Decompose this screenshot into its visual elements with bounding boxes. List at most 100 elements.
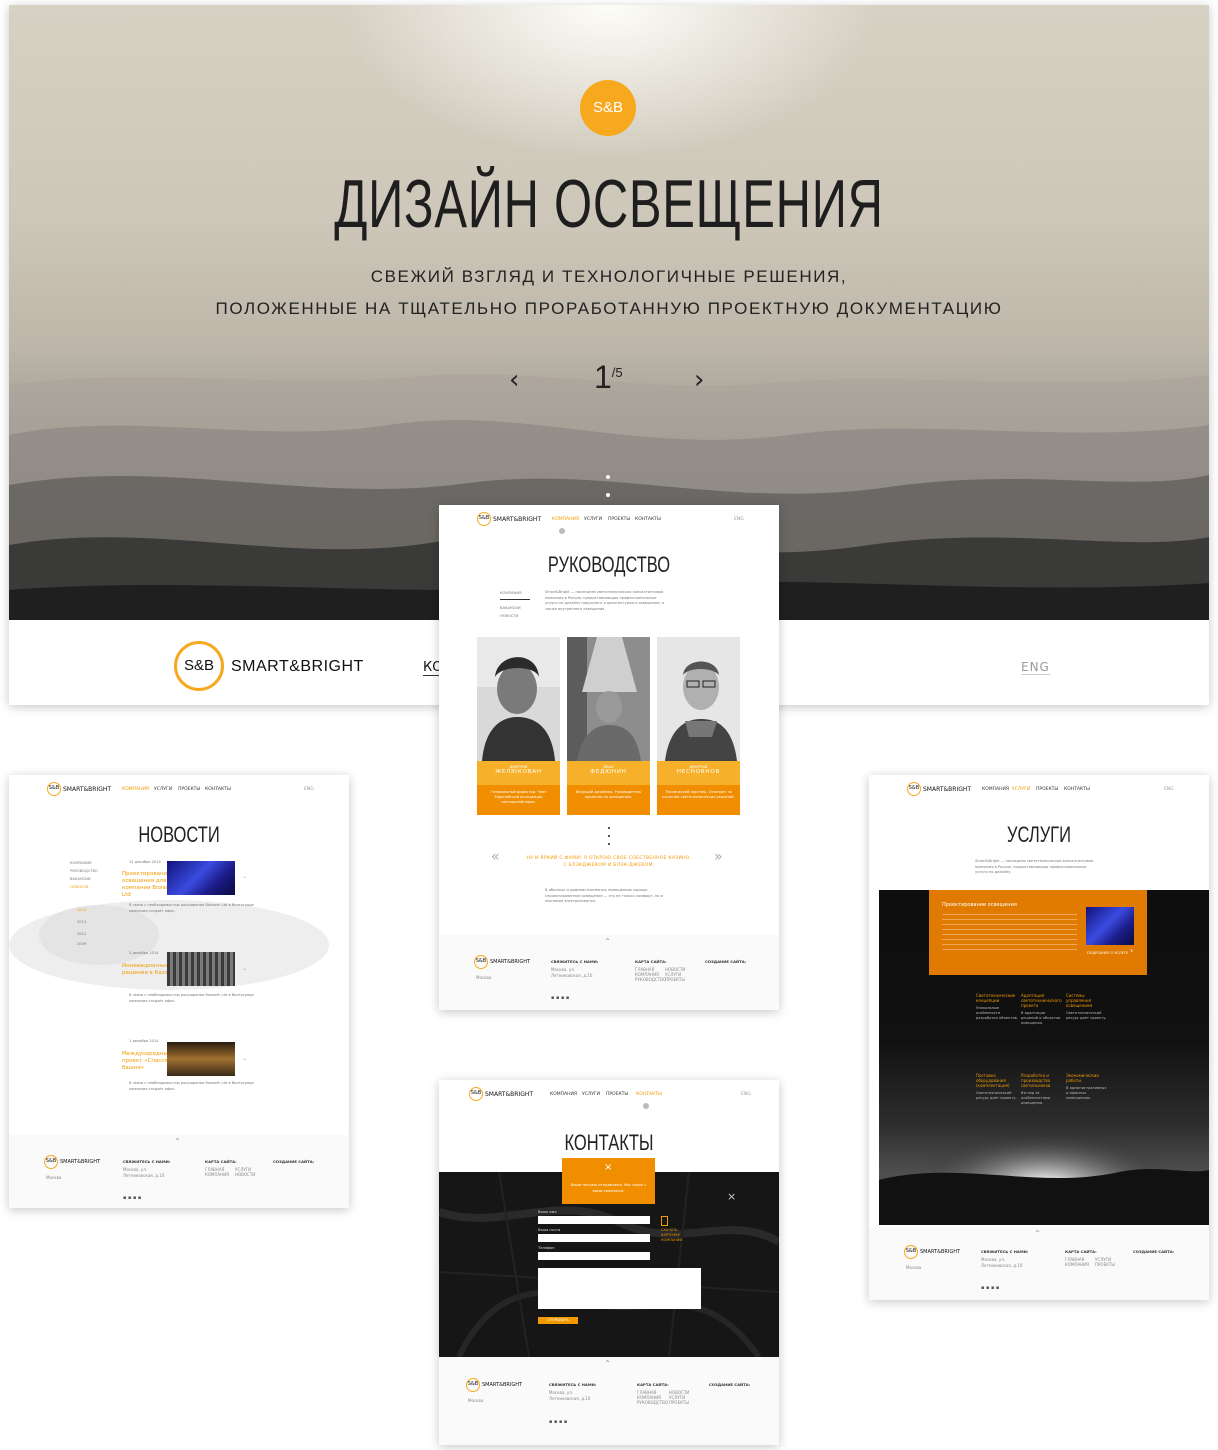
chevron-down-icon[interactable]: ⌄ bbox=[242, 873, 247, 880]
footer-sitemap-link[interactable]: ПРОЕКТЫ bbox=[665, 977, 685, 983]
person-card[interactable]: ИВАН ФЕДЮНИН Ведущий дизайнер. Руководит… bbox=[567, 637, 650, 815]
nav-company[interactable]: КОМПАНИЯ bbox=[550, 1092, 577, 1097]
close-popup-icon[interactable]: × bbox=[604, 1162, 612, 1173]
chevron-right-icon[interactable]: › bbox=[1130, 946, 1133, 955]
footer-logo[interactable]: S&B bbox=[474, 955, 488, 969]
form-label-phone: Телефон bbox=[538, 1246, 555, 1250]
language-switch[interactable]: ENG bbox=[1164, 787, 1174, 792]
nav-contacts[interactable]: КОНТАКТЫ bbox=[205, 787, 231, 792]
brand-name[interactable]: SMART&BRIGHT bbox=[63, 786, 111, 793]
person-card[interactable]: ДМИТРИЙ НЕСНОВНОВ Технический партнёр. О… bbox=[657, 637, 740, 815]
year-link[interactable]: 2012 bbox=[77, 932, 86, 938]
brand-name[interactable]: SMART&BRIGHT bbox=[493, 516, 541, 523]
scroll-top-icon[interactable]: ^ bbox=[605, 938, 610, 945]
social-icons[interactable]: ▪ ▪ ▪ ▪ bbox=[981, 1285, 999, 1291]
contacts-page: S&B SMART&BRIGHT КОМПАНИЯ УСЛУГИ ПРОЕКТЫ… bbox=[439, 1080, 779, 1445]
language-switch[interactable]: ENG bbox=[304, 787, 314, 792]
footer-address: Москва, ул. Летниковская, д.10 bbox=[549, 1390, 591, 1401]
nav-projects[interactable]: ПРОЕКТЫ bbox=[178, 787, 200, 792]
chevron-down-icon[interactable]: ⌄ bbox=[242, 965, 247, 972]
side-menu-item[interactable]: КОМПАНИЯ bbox=[70, 861, 92, 867]
service-item[interactable]: Системы управления освещением Светотехнич… bbox=[1066, 993, 1108, 1021]
social-icons[interactable]: ▪ ▪ ▪ ▪ bbox=[551, 995, 569, 1001]
scroll-top-icon[interactable]: ^ bbox=[605, 1360, 610, 1367]
language-switch[interactable]: ENG bbox=[741, 1092, 751, 1097]
footer-sitemap-link[interactable]: ПРОЕКТЫ bbox=[669, 1400, 689, 1406]
footer-sitemap-link[interactable]: КОМПАНИЯ bbox=[1065, 1262, 1089, 1268]
side-menu-item-active[interactable]: НОВОСТИ bbox=[70, 885, 88, 891]
side-menu-item[interactable]: НОВОСТИ bbox=[500, 614, 518, 620]
footer-logo[interactable]: S&B bbox=[904, 1245, 918, 1259]
side-menu-item[interactable]: ВАКАНСИИ bbox=[500, 606, 521, 612]
scroll-top-icon[interactable]: ^ bbox=[1035, 1230, 1040, 1237]
brand-logo[interactable]: S&B bbox=[47, 782, 61, 796]
footer-sitemap-link[interactable]: ПРОЕКТЫ bbox=[1095, 1262, 1115, 1268]
feature-image bbox=[1086, 907, 1134, 945]
nav-contacts[interactable]: КОНТАКТЫ bbox=[636, 1092, 662, 1097]
brand-name[interactable]: SMART&BRIGHT bbox=[485, 1091, 533, 1098]
service-item[interactable]: Адаптация светотехнического проекта В ада… bbox=[1021, 993, 1063, 1026]
scroll-top-icon[interactable]: ^ bbox=[175, 1138, 180, 1145]
brand-logo[interactable]: S&B bbox=[174, 641, 224, 691]
submit-button[interactable]: ОТПРАВИТЬ bbox=[538, 1317, 578, 1324]
close-icon[interactable]: × bbox=[727, 1190, 736, 1203]
service-item[interactable]: Поставка оборудования (комплектация) Свет… bbox=[976, 1073, 1018, 1101]
nav-projects[interactable]: ПРОЕКТЫ bbox=[1036, 787, 1058, 792]
side-menu-item[interactable]: РУКОВОДСТВО bbox=[70, 869, 98, 875]
brand-logo[interactable]: S&B bbox=[469, 1087, 483, 1101]
footer-sitemap-link[interactable]: НОВОСТИ bbox=[235, 1172, 255, 1178]
nav-projects[interactable]: ПРОЕКТЫ bbox=[608, 517, 630, 522]
footer-sitemap-link[interactable]: РУКОВОДСТВО bbox=[637, 1400, 668, 1406]
person-name-band: ДМИТРИЙ ЖЕЛЮКОВАН bbox=[477, 761, 560, 785]
nav-services[interactable]: УСЛУГИ bbox=[154, 787, 172, 792]
phone-field[interactable] bbox=[538, 1252, 650, 1260]
nav-company[interactable]: КОМПАНИЯ bbox=[552, 517, 579, 522]
feature-more-link[interactable]: ПОДРОБНЕЕ О УСЛУГЕ bbox=[1087, 951, 1128, 955]
nav-company[interactable]: КОМПАНИЯ bbox=[982, 787, 1009, 792]
nav-services[interactable]: УСЛУГИ bbox=[582, 1092, 600, 1097]
email-field[interactable] bbox=[538, 1234, 650, 1242]
language-switch[interactable]: ENG bbox=[734, 517, 744, 522]
service-item[interactable]: Разработка и производство светильников Вз… bbox=[1021, 1073, 1063, 1106]
brand-name[interactable]: SMART&BRIGHT bbox=[231, 658, 364, 676]
person-card[interactable]: ДМИТРИЙ ЖЕЛЮКОВАН Генеральный директор. … bbox=[477, 637, 560, 815]
footer-logo[interactable]: S&B bbox=[44, 1155, 58, 1169]
footer-sitemap-link[interactable]: КОМПАНИЯ bbox=[205, 1172, 229, 1178]
message-textarea[interactable] bbox=[538, 1268, 701, 1309]
hero-logo[interactable]: S&B bbox=[580, 80, 636, 136]
prev-slide-icon[interactable]: ‹ bbox=[509, 365, 519, 395]
nav-contacts[interactable]: КОНТАКТЫ bbox=[635, 517, 661, 522]
chevron-down-icon[interactable]: ⌄ bbox=[242, 1055, 247, 1062]
social-icons[interactable]: ▪ ▪ ▪ ▪ bbox=[123, 1195, 141, 1201]
side-menu-item[interactable]: ВАКАНСИИ bbox=[70, 877, 91, 883]
next-slide-icon[interactable]: › bbox=[694, 365, 704, 395]
year-link[interactable]: 2009 bbox=[77, 942, 86, 948]
download-card-link[interactable]: СКАЧАТЬ КАРТОЧКУ КОМПАНИИ bbox=[661, 1228, 693, 1243]
year-link-active[interactable]: 2014 bbox=[77, 908, 86, 914]
service-item[interactable]: Светотехнические концепции Уникальные осо… bbox=[976, 993, 1018, 1021]
nav-services[interactable]: УСЛУГИ bbox=[1012, 787, 1030, 792]
service-item[interactable]: Экономические работы В административных и… bbox=[1066, 1073, 1108, 1101]
social-icons[interactable]: ▪ ▪ ▪ ▪ bbox=[549, 1419, 567, 1425]
news-image[interactable] bbox=[167, 861, 235, 895]
nav-company[interactable]: КОМПАНИЯ bbox=[122, 787, 149, 792]
footer-city: Москва bbox=[906, 1265, 922, 1270]
news-image[interactable] bbox=[167, 1042, 235, 1076]
brand-logo[interactable]: S&B bbox=[477, 512, 491, 526]
nav-projects[interactable]: ПРОЕКТЫ bbox=[606, 1092, 628, 1097]
nav-services[interactable]: УСЛУГИ bbox=[584, 517, 602, 522]
nav-contacts[interactable]: КОНТАКТЫ bbox=[1064, 787, 1090, 792]
year-link[interactable]: 2013 bbox=[77, 920, 86, 926]
brand-logo[interactable]: S&B bbox=[907, 782, 921, 796]
name-field[interactable] bbox=[538, 1216, 650, 1224]
footer-sitemap-link[interactable]: РУКОВОДСТВО bbox=[635, 977, 666, 983]
language-switch[interactable]: ENG bbox=[1021, 660, 1050, 675]
footer-contact-head: СВЯЖИТЕСЬ С НАМИ: bbox=[551, 959, 599, 964]
side-menu-item[interactable]: КОМПАНИЯ bbox=[500, 591, 522, 597]
brand-name[interactable]: SMART&BRIGHT bbox=[923, 786, 971, 793]
footer-logo[interactable]: S&B bbox=[466, 1378, 480, 1392]
news-image[interactable] bbox=[167, 952, 235, 986]
service-feature-card[interactable]: Проектирование освещения ПОДРОБНЕЕ О УСЛ… bbox=[929, 890, 1147, 975]
document-icon[interactable] bbox=[661, 1216, 668, 1226]
footer-city: Москва bbox=[468, 1398, 484, 1403]
